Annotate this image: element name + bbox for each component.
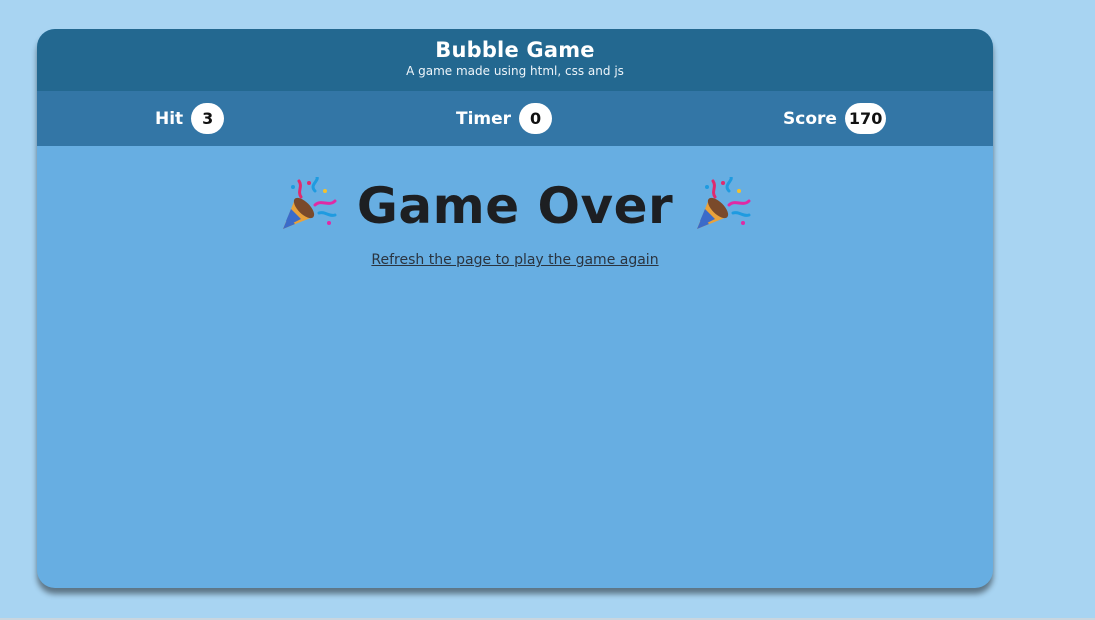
refresh-hint: Refresh the page to play the game again <box>37 249 993 268</box>
hit-stat: Hit 3 <box>155 103 225 134</box>
game-header: Bubble Game A game made using html, css … <box>37 29 993 91</box>
game-over-banner: Game Over <box>37 174 993 238</box>
refresh-link[interactable]: Refresh the page to play the game again <box>371 252 658 268</box>
score-label: Score <box>783 108 837 129</box>
timer-stat: Timer 0 <box>456 103 553 134</box>
game-title: Bubble Game <box>435 38 595 62</box>
score-stat: Score 170 <box>783 103 887 134</box>
game-subtitle: A game made using html, css and js <box>406 64 624 78</box>
timer-value: 0 <box>519 103 553 134</box>
party-popper-icon <box>697 177 751 229</box>
game-over-text: Game Over <box>356 177 674 235</box>
hit-value: 3 <box>191 103 225 134</box>
play-area[interactable]: Game Over Refresh the page to play the g… <box>37 146 993 588</box>
party-popper-icon <box>282 177 337 229</box>
timer-label: Timer <box>456 108 512 129</box>
stats-bar: Hit 3 Timer 0 Score 170 <box>37 91 993 146</box>
game-panel: Bubble Game A game made using html, css … <box>37 29 993 588</box>
score-value: 170 <box>844 103 887 134</box>
hit-label: Hit <box>155 108 184 129</box>
